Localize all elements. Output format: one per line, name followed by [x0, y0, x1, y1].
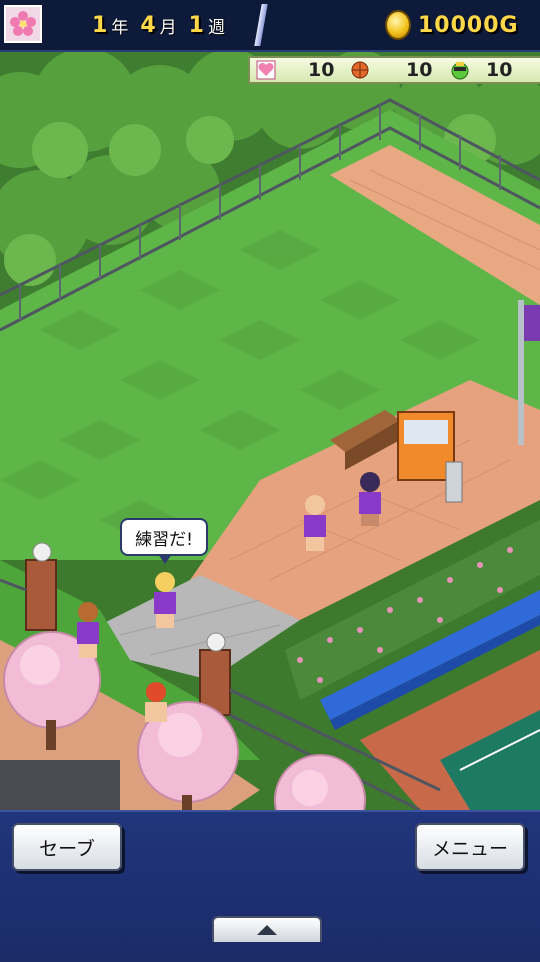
stat-basketball: 10 [350, 59, 432, 81]
stats-bar: 10 10 10 [248, 56, 540, 84]
game-scene[interactable] [0, 0, 540, 810]
year-number: 1 [92, 12, 108, 38]
heart-icon [256, 60, 276, 80]
stat-heart-value: 10 [308, 59, 335, 81]
park-scene-art [0, 48, 540, 810]
top-status-bar: 1 年 4 月 1 週 10000G [0, 0, 540, 52]
money-amount: 10000G [418, 13, 519, 38]
stat-heart: 10 [256, 59, 334, 81]
stat-green-face-value: 10 [486, 59, 513, 81]
week-unit: 週 [207, 17, 225, 38]
expand-tab-button[interactable] [212, 916, 322, 942]
menu-button[interactable]: メニュー [415, 823, 525, 871]
month-number: 4 [140, 12, 156, 38]
year-unit: 年 [111, 17, 129, 38]
basketball-icon [350, 60, 370, 80]
gold-coin-icon [385, 10, 411, 40]
speech-bubble: 練習だ! [120, 518, 208, 564]
save-button[interactable]: セーブ [12, 823, 122, 871]
up-arrow-icon [256, 921, 278, 940]
month-unit: 月 [159, 17, 177, 38]
green-face-icon [450, 60, 470, 80]
calendar-date: 1 年 4 月 1 週 [92, 10, 233, 40]
stat-green-face: 10 [450, 59, 512, 81]
header-divider [254, 4, 268, 46]
week-number: 1 [188, 12, 204, 38]
stat-basketball-value: 10 [406, 59, 433, 81]
sakura-flower-icon [4, 5, 42, 43]
